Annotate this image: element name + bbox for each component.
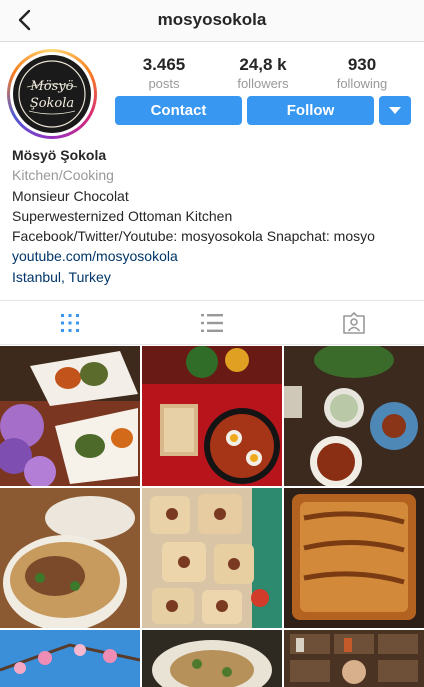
post-thumbnail[interactable] (284, 346, 424, 486)
follow-button[interactable]: Follow (247, 96, 374, 125)
svg-text:Mösyö: Mösyö (30, 79, 74, 94)
contact-button[interactable]: Contact (115, 96, 242, 125)
tagged-person-icon[interactable] (342, 311, 366, 335)
post-photo (0, 346, 140, 486)
posts-count-value: 3.465 (142, 55, 186, 74)
post-photo (142, 346, 282, 486)
post-photo (142, 488, 282, 628)
post-photo (284, 630, 424, 687)
post-photo (0, 630, 140, 687)
post-thumbnail[interactable] (0, 630, 140, 687)
post-thumbnail[interactable] (0, 346, 140, 486)
post-thumbnail[interactable] (142, 346, 282, 486)
grid-icon[interactable] (58, 311, 82, 335)
post-thumbnail[interactable] (142, 488, 282, 628)
post-thumbnail[interactable] (284, 630, 424, 687)
followers-count-label: followers (237, 76, 289, 91)
post-photo (284, 488, 424, 628)
navigation-bar: mosyosokola (0, 0, 424, 42)
posts-count[interactable]: 3.465 posts (119, 55, 209, 91)
profile-username-title: mosyosokola (157, 10, 267, 29)
brand-logo: Mösyö Şokola (18, 60, 86, 128)
followers-count-value: 24,8 k (239, 55, 287, 74)
profile-bio: Mösyö Şokola Kitchen/Cooking Monsieur Ch… (12, 145, 417, 287)
caret-down-icon (389, 107, 401, 115)
post-thumbnail[interactable] (284, 488, 424, 628)
post-photo (284, 346, 424, 486)
following-count-value: 930 (347, 55, 377, 74)
profile-display-name: Mösyö Şokola (12, 147, 107, 163)
post-thumbnail[interactable] (0, 488, 140, 628)
bio-line: Monsieur Chocolat (12, 187, 129, 204)
post-photo (142, 630, 282, 687)
profile-location-link[interactable]: Istanbul, Turkey (12, 267, 417, 287)
bio-line: Facebook/Twitter/Youtube: mosyosokola Sn… (12, 228, 375, 245)
posts-count-label: posts (148, 76, 180, 91)
post-photo (0, 488, 140, 628)
list-icon[interactable] (200, 311, 224, 335)
bio-line: Superwesternized Ottoman Kitchen (12, 207, 233, 224)
svg-text:Şokola: Şokola (30, 96, 74, 111)
post-thumbnail[interactable] (142, 630, 282, 687)
following-count[interactable]: 930 following (317, 55, 407, 91)
profile-category: Kitchen/Cooking (12, 167, 114, 184)
profile-website-link[interactable]: youtube.com/mosyosokola (12, 246, 417, 266)
following-count-label: following (336, 76, 388, 91)
profile-view-tabs (0, 300, 424, 345)
followers-count[interactable]: 24,8 k followers (218, 55, 308, 91)
profile-avatar[interactable]: Mösyö Şokola (7, 49, 97, 139)
suggestions-dropdown-button[interactable] (379, 96, 411, 125)
